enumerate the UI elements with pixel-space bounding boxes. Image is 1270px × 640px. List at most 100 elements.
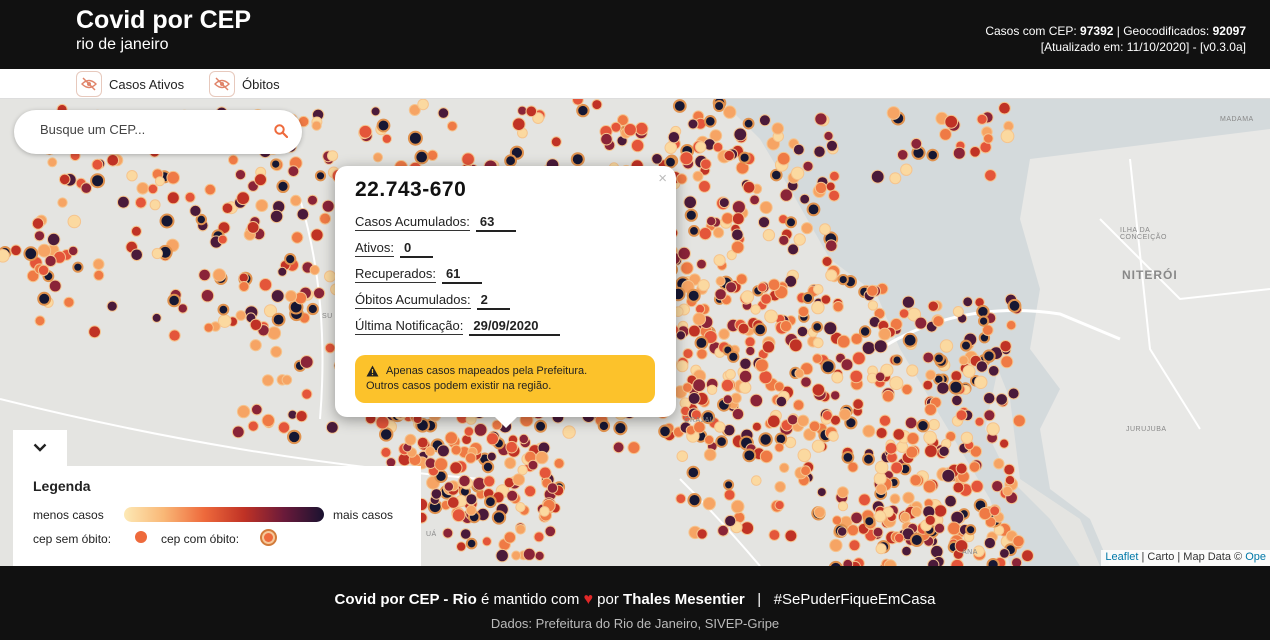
case-marker[interactable] <box>299 355 314 369</box>
case-marker[interactable] <box>837 274 849 286</box>
case-marker[interactable] <box>88 325 101 339</box>
case-marker[interactable] <box>459 528 472 540</box>
case-marker[interactable] <box>849 369 864 384</box>
case-marker[interactable] <box>464 452 477 464</box>
case-marker[interactable] <box>974 416 985 427</box>
case-marker[interactable] <box>34 315 46 327</box>
leaflet-link[interactable]: Leaflet <box>1105 551 1138 563</box>
case-marker[interactable] <box>717 524 729 537</box>
case-marker[interactable] <box>177 303 189 314</box>
case-marker[interactable] <box>910 137 923 150</box>
case-marker[interactable] <box>944 114 959 129</box>
case-marker[interactable] <box>249 339 262 352</box>
case-marker[interactable] <box>797 448 812 463</box>
case-marker[interactable] <box>983 536 997 550</box>
case-marker[interactable] <box>136 182 149 195</box>
case-marker[interactable] <box>284 290 298 303</box>
legend-collapse-button[interactable] <box>13 430 67 466</box>
case-marker[interactable] <box>927 300 939 312</box>
case-marker[interactable] <box>758 432 773 447</box>
case-marker[interactable] <box>739 381 752 394</box>
case-marker[interactable] <box>184 191 196 203</box>
case-marker[interactable] <box>725 368 736 380</box>
case-marker[interactable] <box>757 216 771 229</box>
case-marker[interactable] <box>189 204 202 218</box>
case-marker[interactable] <box>892 428 906 441</box>
osm-link[interactable]: Ope <box>1245 551 1266 563</box>
case-marker[interactable] <box>872 526 884 538</box>
case-marker[interactable] <box>683 195 698 210</box>
case-marker[interactable] <box>694 336 709 350</box>
case-marker[interactable] <box>927 558 940 566</box>
case-marker[interactable] <box>811 439 826 453</box>
case-marker[interactable] <box>874 371 886 383</box>
case-marker[interactable] <box>372 152 383 163</box>
case-marker[interactable] <box>1012 414 1026 428</box>
case-marker[interactable] <box>680 261 694 275</box>
case-marker[interactable] <box>688 324 701 338</box>
case-marker[interactable] <box>884 442 898 455</box>
case-marker[interactable] <box>923 430 937 445</box>
case-marker[interactable] <box>813 284 824 295</box>
case-marker[interactable] <box>217 303 230 316</box>
case-marker[interactable] <box>799 193 811 205</box>
case-marker[interactable] <box>764 309 778 324</box>
case-marker[interactable] <box>926 148 940 162</box>
footer-author[interactable]: Thales Mesentier <box>623 591 745 608</box>
case-marker[interactable] <box>696 348 708 360</box>
case-marker[interactable] <box>779 462 790 473</box>
case-marker[interactable] <box>276 179 290 194</box>
case-marker[interactable] <box>0 249 10 263</box>
case-marker[interactable] <box>512 473 526 487</box>
case-marker[interactable] <box>695 141 707 153</box>
case-marker[interactable] <box>296 208 310 221</box>
case-marker[interactable] <box>823 321 838 336</box>
case-marker[interactable] <box>742 180 756 194</box>
case-marker[interactable] <box>80 182 93 194</box>
case-marker[interactable] <box>200 289 215 303</box>
case-marker[interactable] <box>370 106 381 117</box>
case-marker[interactable] <box>238 272 249 283</box>
case-marker[interactable] <box>742 448 757 463</box>
case-marker[interactable] <box>217 234 228 245</box>
case-marker[interactable] <box>147 183 159 195</box>
case-marker[interactable] <box>832 301 844 313</box>
case-marker[interactable] <box>712 226 725 239</box>
case-marker[interactable] <box>651 153 663 165</box>
case-marker[interactable] <box>723 489 736 501</box>
case-marker[interactable] <box>306 302 319 316</box>
case-marker[interactable] <box>978 507 992 521</box>
case-marker[interactable] <box>221 202 234 214</box>
case-marker[interactable] <box>325 421 339 434</box>
case-marker[interactable] <box>91 158 104 171</box>
case-marker[interactable] <box>787 243 800 256</box>
case-marker[interactable] <box>909 533 924 547</box>
case-marker[interactable] <box>821 256 833 267</box>
case-marker[interactable] <box>290 194 302 207</box>
case-marker[interactable] <box>978 315 990 327</box>
case-marker[interactable] <box>811 383 826 397</box>
case-marker[interactable] <box>250 403 263 416</box>
case-marker[interactable] <box>909 474 922 487</box>
case-marker[interactable] <box>962 296 974 308</box>
case-marker[interactable] <box>535 450 549 465</box>
case-marker[interactable] <box>811 300 825 315</box>
case-marker[interactable] <box>744 336 756 348</box>
case-marker[interactable] <box>1002 485 1013 497</box>
case-marker[interactable] <box>713 100 726 112</box>
case-marker[interactable] <box>515 524 526 535</box>
case-marker[interactable] <box>995 393 1009 406</box>
case-marker[interactable] <box>779 320 793 333</box>
case-marker[interactable] <box>442 527 454 539</box>
case-marker[interactable] <box>672 99 687 113</box>
case-marker[interactable] <box>812 337 824 349</box>
case-marker[interactable] <box>740 290 755 304</box>
case-marker[interactable] <box>449 461 463 475</box>
case-marker[interactable] <box>117 195 130 209</box>
case-marker[interactable] <box>948 379 964 395</box>
case-marker[interactable] <box>800 222 814 235</box>
case-marker[interactable] <box>687 493 702 508</box>
case-marker[interactable] <box>90 173 106 189</box>
case-marker[interactable] <box>858 325 872 338</box>
case-marker[interactable] <box>692 312 707 326</box>
